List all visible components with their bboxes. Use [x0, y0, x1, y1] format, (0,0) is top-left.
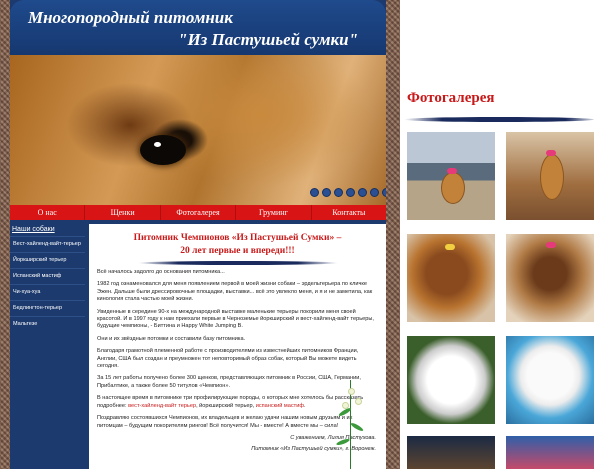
paragraph-breeding: Благодаря грамотной племенной работе с п…: [97, 348, 359, 370]
paragraph-terriers: Увиденные в середине 90-х на международн…: [97, 308, 374, 330]
nav-contacts[interactable]: Контакты: [312, 205, 386, 220]
sidebar-item-westie[interactable]: Вест-хайленд-вайт-терьер: [10, 236, 85, 252]
slider-dot[interactable]: [310, 188, 319, 197]
nav-grooming[interactable]: Груминг: [236, 205, 312, 220]
gallery-swoosh: [404, 117, 594, 122]
slider-dot[interactable]: [346, 188, 355, 197]
plant-decoration: [330, 380, 370, 469]
gallery-thumb-yorkie-portrait[interactable]: [407, 234, 495, 322]
nav-gallery[interactable]: Фотогалерея: [161, 205, 237, 220]
main-nav: О нас Щенки Фотогалерея Груминг Контакты: [10, 205, 386, 220]
paragraph-intro: Всё началось задолго до основания питомн…: [97, 269, 225, 275]
bow-shape: [546, 242, 556, 248]
content-subtitle: 20 лет первые и впереди!!!: [180, 246, 295, 256]
site-title-line1: Многопородный питомник: [28, 8, 233, 27]
dog-shape: [441, 172, 465, 204]
breeds-end-text: .: [303, 402, 306, 409]
sidebar-heading[interactable]: Наши собаки: [10, 220, 85, 236]
leaf-shape: [349, 421, 365, 433]
slider-dot[interactable]: [370, 188, 379, 197]
slider-dot[interactable]: [358, 188, 367, 197]
bow-shape: [445, 244, 455, 250]
gallery-thumb-maltese-show[interactable]: [506, 336, 594, 424]
site-title-line2: "Из Пастушьей сумки": [178, 30, 359, 49]
dog-eye-graphic: [140, 135, 186, 165]
content-title: Питомник Чемпионов «Из Пастушьей Сумки» …: [133, 233, 342, 243]
nav-about[interactable]: О нас: [10, 205, 86, 220]
slider-dots[interactable]: [310, 188, 386, 197]
gallery-thumb-dog-dark[interactable]: [407, 436, 495, 469]
paragraph-history: 1982 год ознаменовался для меня появлени…: [97, 281, 373, 303]
breeds-mid-text: , йоркширский терьер,: [196, 402, 256, 409]
gallery-thumb-maltese-puppy[interactable]: [407, 336, 495, 424]
paragraph-base: Они и их звёздные потомки и составили ба…: [97, 335, 246, 342]
leaf-shape: [335, 437, 351, 447]
decorative-swoosh: [137, 261, 338, 265]
gallery-thumb-yorkie-bow[interactable]: [506, 234, 594, 322]
gallery-thumb-yorkie-chair[interactable]: [506, 132, 594, 220]
flower-bud: [342, 402, 349, 409]
nav-puppies[interactable]: Щенки: [85, 205, 161, 220]
bow-shape: [447, 168, 457, 174]
link-westie[interactable]: вест-хайленд-вайт терьер: [128, 403, 196, 409]
bow-shape: [546, 150, 556, 156]
flower-bud: [348, 388, 355, 395]
slider-dot[interactable]: [322, 188, 331, 197]
hero-banner-image: [10, 55, 386, 205]
dog-shape: [540, 154, 564, 200]
link-mastiff[interactable]: испанский мастиф: [256, 403, 304, 409]
site-header: Многопородный питомник "Из Пастушьей сум…: [10, 0, 386, 55]
gallery-thumb-dog-poster[interactable]: [506, 436, 594, 469]
slider-dot[interactable]: [382, 188, 386, 197]
slider-dot[interactable]: [334, 188, 343, 197]
sidebar-item-mastiff[interactable]: Испанский мастиф: [10, 268, 85, 284]
flower-bud: [355, 398, 362, 405]
sidebar-item-maltese[interactable]: Мальтезе: [10, 316, 85, 332]
sidebar-item-chihuahua[interactable]: Чи-хуа-хуа: [10, 284, 85, 300]
gallery-thumb-yorkie-kremlin[interactable]: [407, 132, 495, 220]
sidebar: Наши собаки Вест-хайленд-вайт-терьер Йор…: [10, 220, 85, 469]
sidebar-item-yorkie[interactable]: Йоркширский терьер: [10, 252, 85, 268]
sidebar-item-bedlington[interactable]: Бедлингтон-терьер: [10, 300, 85, 316]
gallery-title: Фотогалерея: [407, 90, 495, 106]
